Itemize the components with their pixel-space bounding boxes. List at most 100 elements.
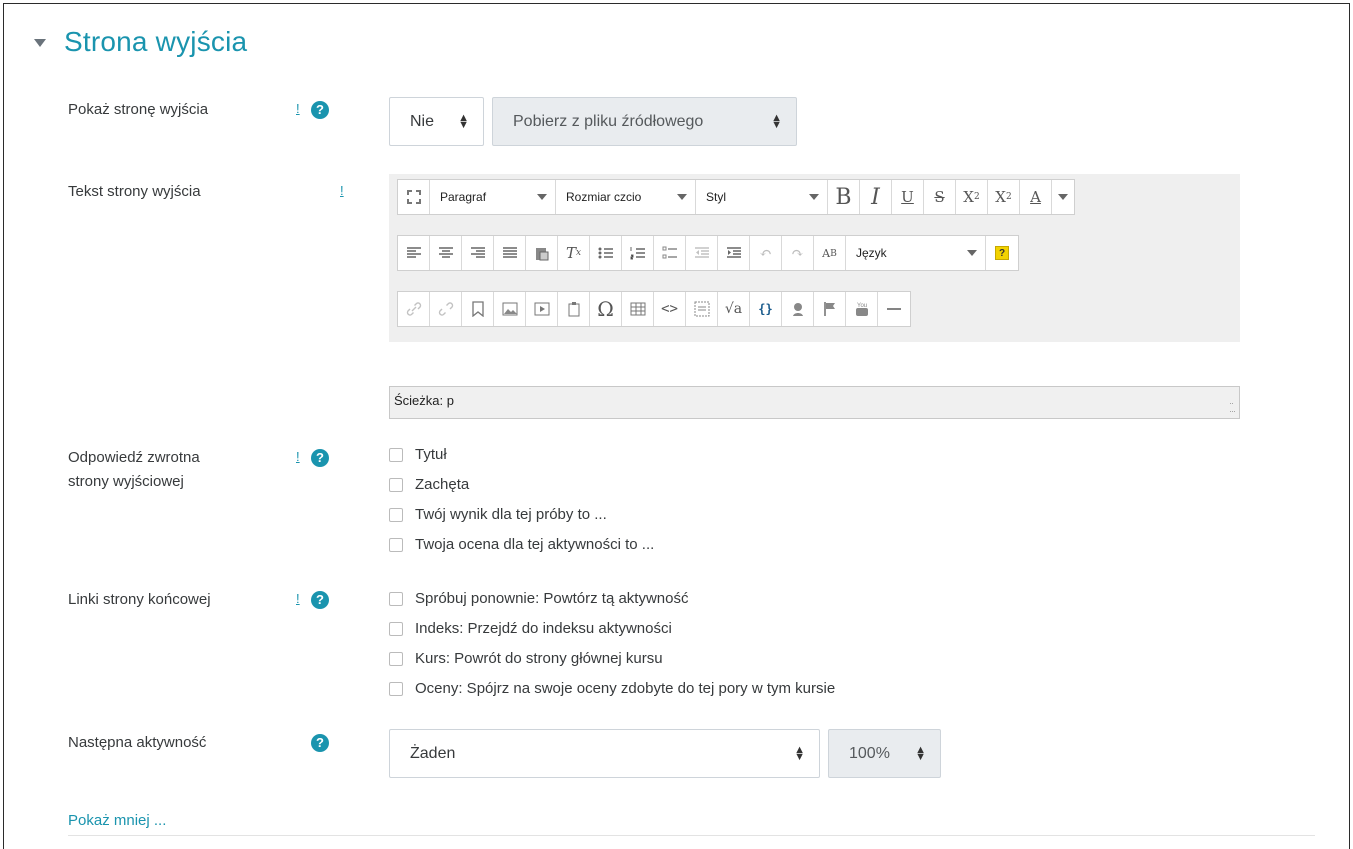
percent-select: 100% ▲ ▼: [828, 729, 941, 778]
html-source-icon[interactable]: <>: [654, 292, 686, 326]
chevron-down-icon: [967, 250, 977, 256]
select-value: Żaden: [410, 744, 456, 762]
superscript-icon[interactable]: X2: [988, 180, 1020, 214]
help-icon[interactable]: ?: [311, 101, 329, 119]
horizontal-rule-icon[interactable]: [878, 292, 910, 326]
resize-handle-icon[interactable]: ·· ···: [1229, 399, 1236, 416]
flag-icon[interactable]: [814, 292, 846, 326]
checkbox-item-attempt-score[interactable]: Twój wynik dla tej próby to ...: [389, 506, 607, 523]
select-arrows-icon: ▲ ▼: [915, 743, 926, 763]
bookmark-icon[interactable]: [462, 292, 494, 326]
paragraph-dropdown[interactable]: Paragraf: [430, 180, 556, 214]
undo-icon[interactable]: ↶: [750, 236, 782, 270]
checkbox-item-title[interactable]: Tytuł: [389, 446, 447, 463]
help-icon[interactable]: ?: [311, 734, 329, 752]
checkbox-item-course[interactable]: Kurs: Powrót do strony głównej kursu: [389, 650, 663, 667]
chemistry-icon[interactable]: {}: [750, 292, 782, 326]
checklist-icon[interactable]: [654, 236, 686, 270]
next-activity-select[interactable]: Żaden ▲ ▼: [389, 729, 820, 778]
style-dropdown[interactable]: Styl: [696, 180, 828, 214]
checkbox[interactable]: [389, 537, 403, 552]
indent-icon[interactable]: [718, 236, 750, 270]
checkbox[interactable]: [389, 591, 403, 606]
font-size-dropdown[interactable]: Rozmiar czcio: [556, 180, 696, 214]
end-links-label: Linki strony końcowej: [68, 591, 211, 608]
screenreader-icon[interactable]: [686, 292, 718, 326]
checkbox-item-activity-grade[interactable]: Twoja ocena dla tej aktywności to ...: [389, 536, 654, 553]
outdent-icon[interactable]: [686, 236, 718, 270]
equation-icon[interactable]: √a: [718, 292, 750, 326]
bullet-list-icon[interactable]: [590, 236, 622, 270]
checkbox-item-index[interactable]: Indeks: Przejdź do indeksu aktywności: [389, 620, 672, 637]
chevron-down-icon[interactable]: [1052, 180, 1074, 214]
help-icon[interactable]: ?: [986, 236, 1018, 270]
subscript-icon[interactable]: X2: [956, 180, 988, 214]
help-icon[interactable]: ?: [311, 591, 329, 609]
paragraph-label: Paragraf: [440, 190, 487, 204]
select-value: 100%: [849, 744, 890, 762]
checkbox[interactable]: [389, 621, 403, 636]
youtube-icon[interactable]: You: [846, 292, 878, 326]
editor-path-bar: Ścieżka: p ·· ···: [389, 386, 1240, 419]
image-icon[interactable]: [494, 292, 526, 326]
align-right-icon[interactable]: [462, 236, 494, 270]
checkbox[interactable]: [389, 447, 403, 462]
numbered-list-icon[interactable]: [622, 236, 654, 270]
table-icon[interactable]: [622, 292, 654, 326]
chevron-down-icon: [537, 194, 547, 200]
chevron-down-icon: [809, 194, 819, 200]
divider: [68, 835, 1315, 836]
text-color-icon[interactable]: A: [1020, 180, 1052, 214]
checkbox-item-grades[interactable]: Oceny: Spójrz na swoje oceny zdobyte do …: [389, 680, 835, 697]
help-icon[interactable]: ?: [311, 449, 329, 467]
select-value: Nie: [410, 112, 435, 130]
feedback-label-line-1: Odpowiedź zwrotna: [68, 449, 200, 466]
advanced-flag-icon: !: [296, 449, 300, 464]
paste-word-icon[interactable]: [526, 236, 558, 270]
section-header[interactable]: Strona wyjścia: [34, 26, 247, 58]
justify-icon[interactable]: [494, 236, 526, 270]
checkbox-label: Zachęta: [415, 476, 470, 493]
checkbox-label: Twój wynik dla tej próby to ...: [415, 506, 607, 523]
bold-icon[interactable]: B: [828, 180, 860, 214]
checkbox-label: Tytuł: [415, 446, 447, 463]
checkbox-label: Spróbuj ponownie: Powtórz tą aktywność: [415, 590, 689, 607]
checkbox-item-retry[interactable]: Spróbuj ponownie: Powtórz tą aktywność: [389, 590, 688, 607]
svg-text:You: You: [857, 303, 867, 309]
accessibility-checker-icon[interactable]: [782, 292, 814, 326]
clear-formatting-icon[interactable]: Tx: [558, 236, 590, 270]
checkbox-item-encouragement[interactable]: Zachęta: [389, 476, 469, 493]
select-arrows-icon: ▲ ▼: [771, 111, 782, 131]
strikethrough-icon[interactable]: S: [924, 180, 956, 214]
checkbox-label: Twoja ocena dla tej aktywności to ...: [415, 536, 655, 553]
language-dropdown[interactable]: Język: [846, 236, 986, 270]
end-page-text-label: Tekst strony wyjścia: [68, 183, 201, 200]
link-icon[interactable]: [398, 292, 430, 326]
rich-text-editor: Paragraf Rozmiar czcio Styl B I U S X2 X…: [389, 174, 1240, 342]
italic-icon[interactable]: I: [860, 180, 892, 214]
checkbox[interactable]: [389, 477, 403, 492]
toolbar-row-3: Ω <> √a {} You: [397, 291, 911, 327]
show-end-page-select[interactable]: Nie ▲ ▼: [389, 97, 484, 146]
checkbox[interactable]: [389, 651, 403, 666]
collapse-caret-icon[interactable]: [34, 39, 46, 47]
advanced-flag-icon: !: [296, 101, 300, 116]
fullscreen-icon[interactable]: [398, 180, 430, 214]
text-direction-icon[interactable]: AB: [814, 236, 846, 270]
checkbox[interactable]: [389, 507, 403, 522]
checkbox-label: Oceny: Spójrz na swoje oceny zdobyte do …: [415, 680, 836, 697]
special-character-icon[interactable]: Ω: [590, 292, 622, 326]
media-icon[interactable]: [526, 292, 558, 326]
checkbox-label: Indeks: Przejdź do indeksu aktywności: [415, 620, 672, 637]
align-left-icon[interactable]: [398, 236, 430, 270]
redo-icon[interactable]: ↷: [782, 236, 814, 270]
show-less-link[interactable]: Pokaż mniej ...: [68, 812, 166, 829]
language-label: Język: [856, 246, 887, 260]
editor-path: Ścieżka: p: [394, 393, 454, 408]
select-arrows-icon: ▲ ▼: [794, 743, 805, 763]
align-center-icon[interactable]: [430, 236, 462, 270]
manage-files-icon[interactable]: [558, 292, 590, 326]
unlink-icon[interactable]: [430, 292, 462, 326]
checkbox[interactable]: [389, 681, 403, 696]
underline-icon[interactable]: U: [892, 180, 924, 214]
